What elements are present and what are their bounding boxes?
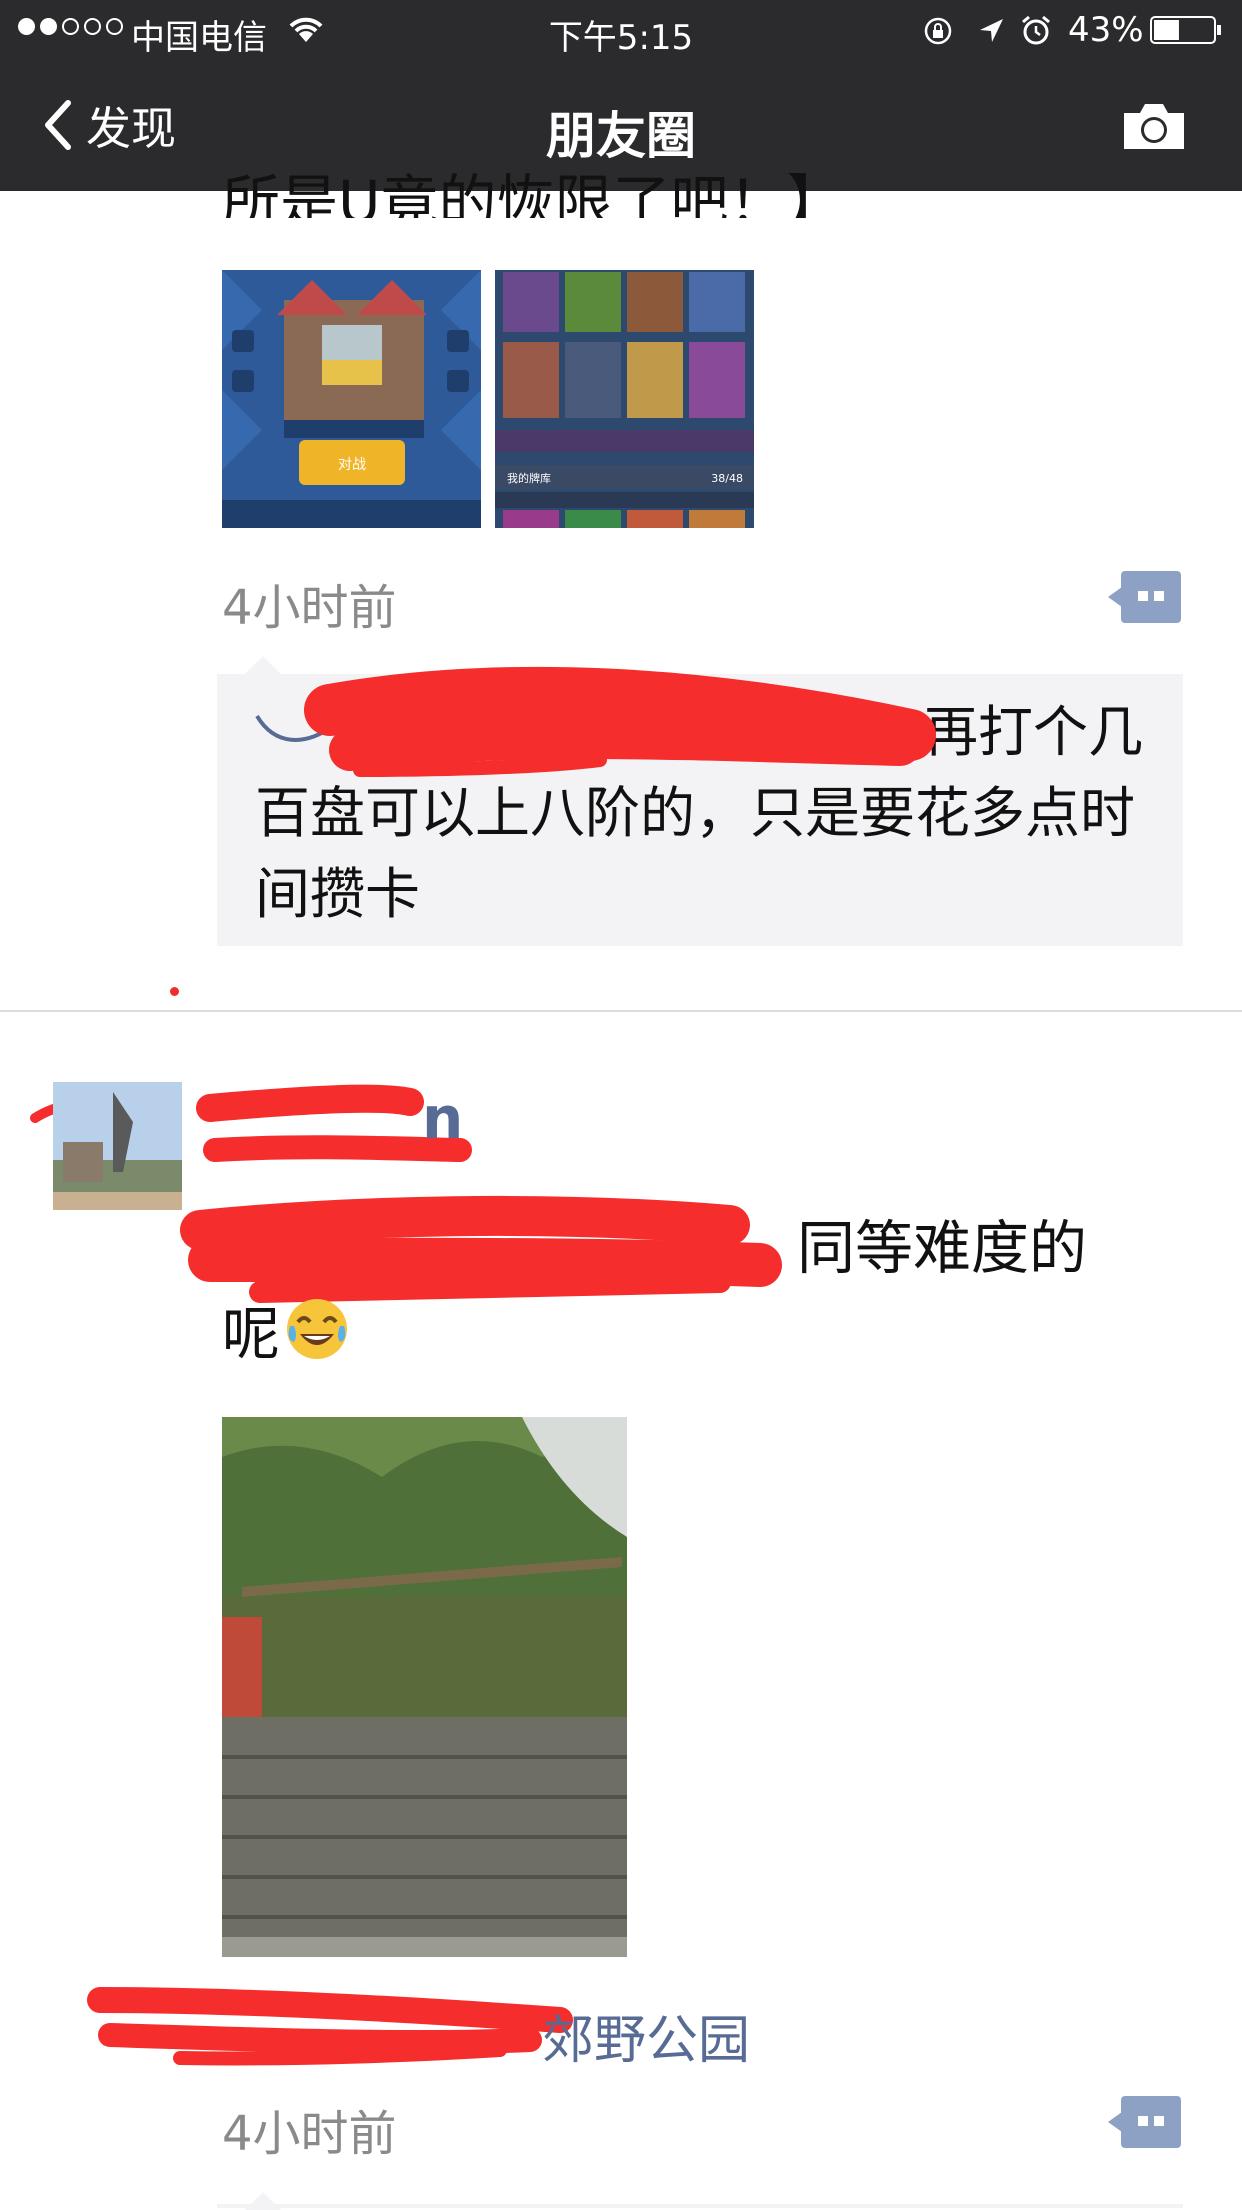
post-text-part-b: 呢 [222,1300,281,1368]
comment-text: 再打个几百盘可以上八阶的，只是要花多点时间攒卡 [255,700,1144,926]
post-text-part-a: 同等难度的 [797,1214,1088,1282]
deck-count: 38/48 [711,472,743,485]
post-image-card-deck[interactable]: 我的牌库 38/48 [495,270,754,528]
avatar[interactable] [53,1082,182,1210]
post-time-2: 4小时前 [222,2106,397,2162]
tears-of-joy-emoji-icon [287,1299,348,1359]
post-text-truncated: 所是U竟的恢限了吧！】 [222,172,845,218]
deck-label: 我的牌库 [507,471,551,485]
location-label: 郊野公园 [542,2011,751,2071]
post-image-game-arena[interactable]: 对战 [222,270,481,528]
commenter-avatar-swirl [255,714,335,742]
battery-percent: 43% [1068,10,1144,50]
username-visible: n [422,1084,464,1152]
post-username[interactable]: n [222,1084,463,1152]
camera-icon[interactable] [1120,99,1188,153]
battle-button-label: 对战 [338,457,366,473]
location-arrow-icon [980,19,1003,42]
post-divider [0,1010,1242,1012]
comment-box: 再打个几百盘可以上八阶的，只是要花多点时间攒卡 [217,674,1183,946]
post-time: 4小时前 [222,580,397,636]
comment-action-button[interactable] [1108,571,1181,623]
comment-pointer [245,656,281,674]
unread-dot [170,987,179,996]
orientation-lock-icon [924,17,952,45]
alarm-icon [1022,15,1050,45]
page-title: 朋友圈 [546,107,696,165]
post-photo[interactable] [222,1417,627,1957]
post-text: 同等难度的 呢 [222,1205,1122,1377]
status-bar: 中国电信 下午5:15 43% [0,0,1242,62]
battery-icon [1150,16,1221,44]
status-time: 下午5:15 [548,18,694,58]
comment-box-2 [217,2204,1183,2208]
post-location[interactable]: 郊野公园 [100,1998,750,2073]
comment-action-button-2[interactable] [1108,2096,1181,2148]
